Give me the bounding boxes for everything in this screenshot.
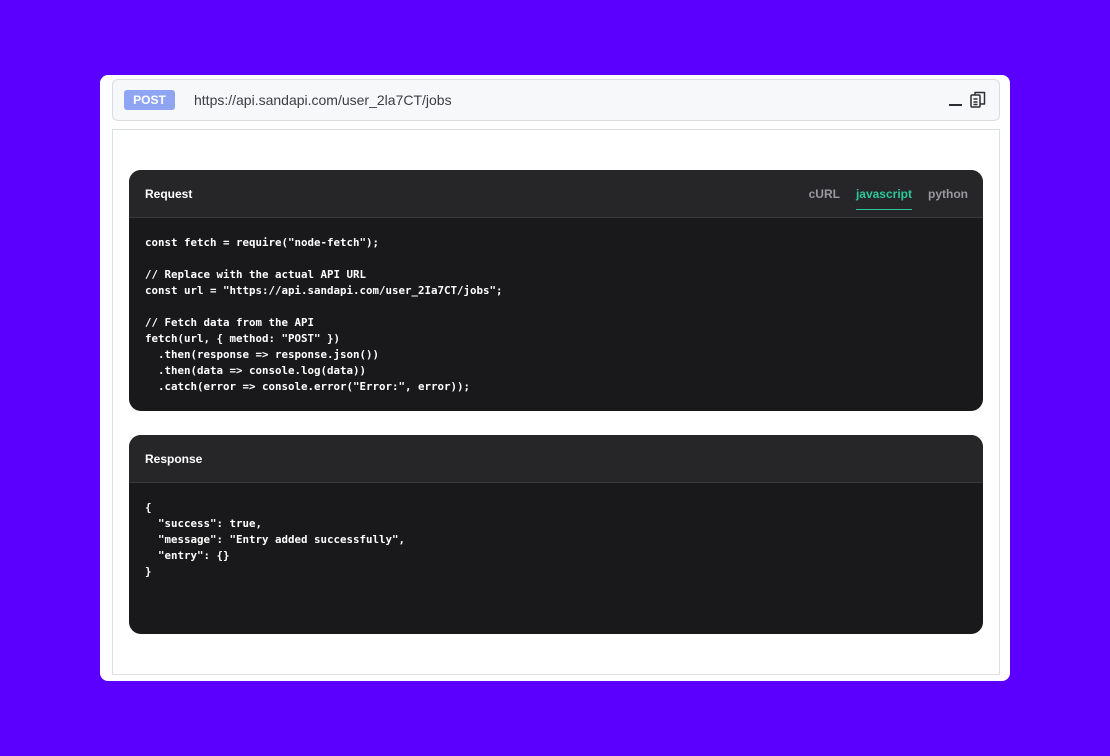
tab-curl[interactable]: cURL [809,170,840,217]
request-panel: Request cURL javascript python const fet… [129,170,983,411]
response-panel: Response { "success": true, "message": "… [129,435,983,634]
url-bar: POST https://api.sandapi.com/user_2la7CT… [112,79,1000,121]
content-area: Request cURL javascript python const fet… [112,129,1000,675]
response-code: { "success": true, "message": "Entry add… [145,501,406,578]
response-title: Response [145,451,203,466]
minimize-icon[interactable] [949,94,962,107]
response-header: Response [129,435,983,483]
tab-javascript[interactable]: javascript [855,170,913,217]
url-actions [949,91,986,109]
request-title: Request [145,186,193,201]
method-badge: POST [124,90,175,110]
copy-icon[interactable] [970,91,986,109]
api-endpoint-card: POST https://api.sandapi.com/user_2la7CT… [100,75,1010,681]
endpoint-url: https://api.sandapi.com/user_2la7CT/jobs [194,92,452,108]
request-header: Request cURL javascript python [129,170,983,218]
request-code: const fetch = require("node-fetch"); // … [145,236,503,393]
tab-python[interactable]: python [928,170,968,217]
language-tabs: cURL javascript python [809,170,968,217]
